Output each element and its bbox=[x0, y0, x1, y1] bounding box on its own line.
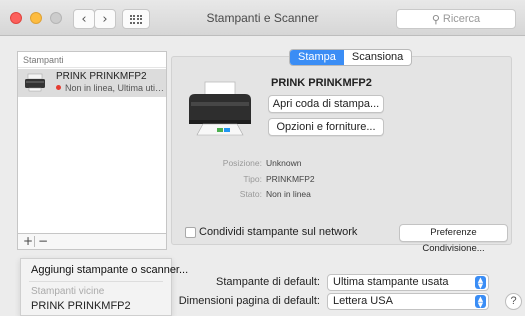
updown-chevron-icon: ▲ ▼ bbox=[475, 276, 486, 290]
remove-printer-button[interactable]: − bbox=[36, 234, 50, 249]
tab-print[interactable]: Stampa bbox=[290, 50, 344, 65]
add-printer-button[interactable]: + bbox=[21, 234, 35, 249]
detail-tabs: Stampa Scansiona bbox=[289, 49, 413, 66]
type-value: PRINKMFP2 bbox=[266, 174, 315, 184]
sharing-preferences-button[interactable]: Preferenze Condivisione... bbox=[399, 224, 508, 254]
location-value: Unknown bbox=[266, 158, 302, 168]
nearby-printer-menu-item[interactable]: PRINK PRINKMFP2 bbox=[21, 300, 171, 312]
search-icon: ⚲ bbox=[431, 12, 440, 26]
default-printer-select[interactable]: Ultima stampante usata ▲ ▼ bbox=[327, 274, 489, 291]
divider bbox=[34, 236, 35, 247]
paper-size-label: Dimensioni pagina di default: bbox=[178, 295, 320, 307]
status-label: Stato: bbox=[239, 189, 262, 199]
search-input[interactable]: ⚲ Ricerca bbox=[396, 9, 516, 29]
updown-chevron-icon: ▲ ▼ bbox=[475, 295, 486, 309]
printer-icon bbox=[189, 81, 251, 136]
add-printer-menu-item[interactable]: Aggiungi stampante o scanner... bbox=[21, 264, 188, 276]
printer-status: Non in linea, Ultima utili... bbox=[56, 83, 166, 93]
printer-icon bbox=[25, 73, 45, 92]
printer-detail-name: PRINK PRINKMFP2 bbox=[271, 77, 372, 89]
status-value: Non in linea bbox=[266, 189, 311, 199]
offline-status-dot bbox=[56, 85, 61, 90]
search-placeholder: Ricerca bbox=[442, 13, 481, 25]
share-printer-checkbox[interactable] bbox=[185, 227, 196, 238]
paper-size-select[interactable]: Lettera USA ▲ ▼ bbox=[327, 293, 489, 310]
default-printer-label: Stampante di default: bbox=[216, 276, 320, 288]
paper-size-value: Lettera USA bbox=[333, 295, 393, 307]
open-print-queue-button[interactable]: Apri coda di stampa... bbox=[268, 95, 384, 113]
type-label: Tipo: bbox=[243, 174, 262, 184]
options-supplies-button[interactable]: Opzioni e forniture... bbox=[268, 118, 384, 136]
printer-name: PRINK PRINKMFP2 bbox=[56, 71, 147, 82]
add-printer-menu: Aggiungi stampante o scanner... Stampant… bbox=[20, 258, 188, 316]
printer-list-item[interactable]: PRINK PRINKMFP2 Non in linea, Ultima uti… bbox=[18, 69, 166, 97]
default-printer-value: Ultima stampante usata bbox=[333, 276, 449, 288]
help-button[interactable]: ? bbox=[505, 293, 522, 310]
title-bar: ‹ › Stampanti e Scanner ⚲ Ricerca bbox=[0, 0, 525, 36]
add-remove-bar: + − bbox=[17, 234, 167, 250]
share-printer-label[interactable]: Condividi stampante sul network bbox=[199, 226, 357, 238]
menu-separator bbox=[29, 281, 163, 282]
nearby-printers-header: Stampanti vicine bbox=[31, 286, 105, 297]
printers-window: ‹ › Stampanti e Scanner ⚲ Ricerca Stampa… bbox=[0, 0, 525, 316]
tab-scan[interactable]: Scansiona bbox=[344, 50, 411, 65]
printer-list: Stampanti PRINK PRINKMFP2 Non in linea, … bbox=[17, 51, 167, 234]
location-label: Posizione: bbox=[222, 158, 262, 168]
printer-list-header: Stampanti bbox=[18, 52, 166, 68]
